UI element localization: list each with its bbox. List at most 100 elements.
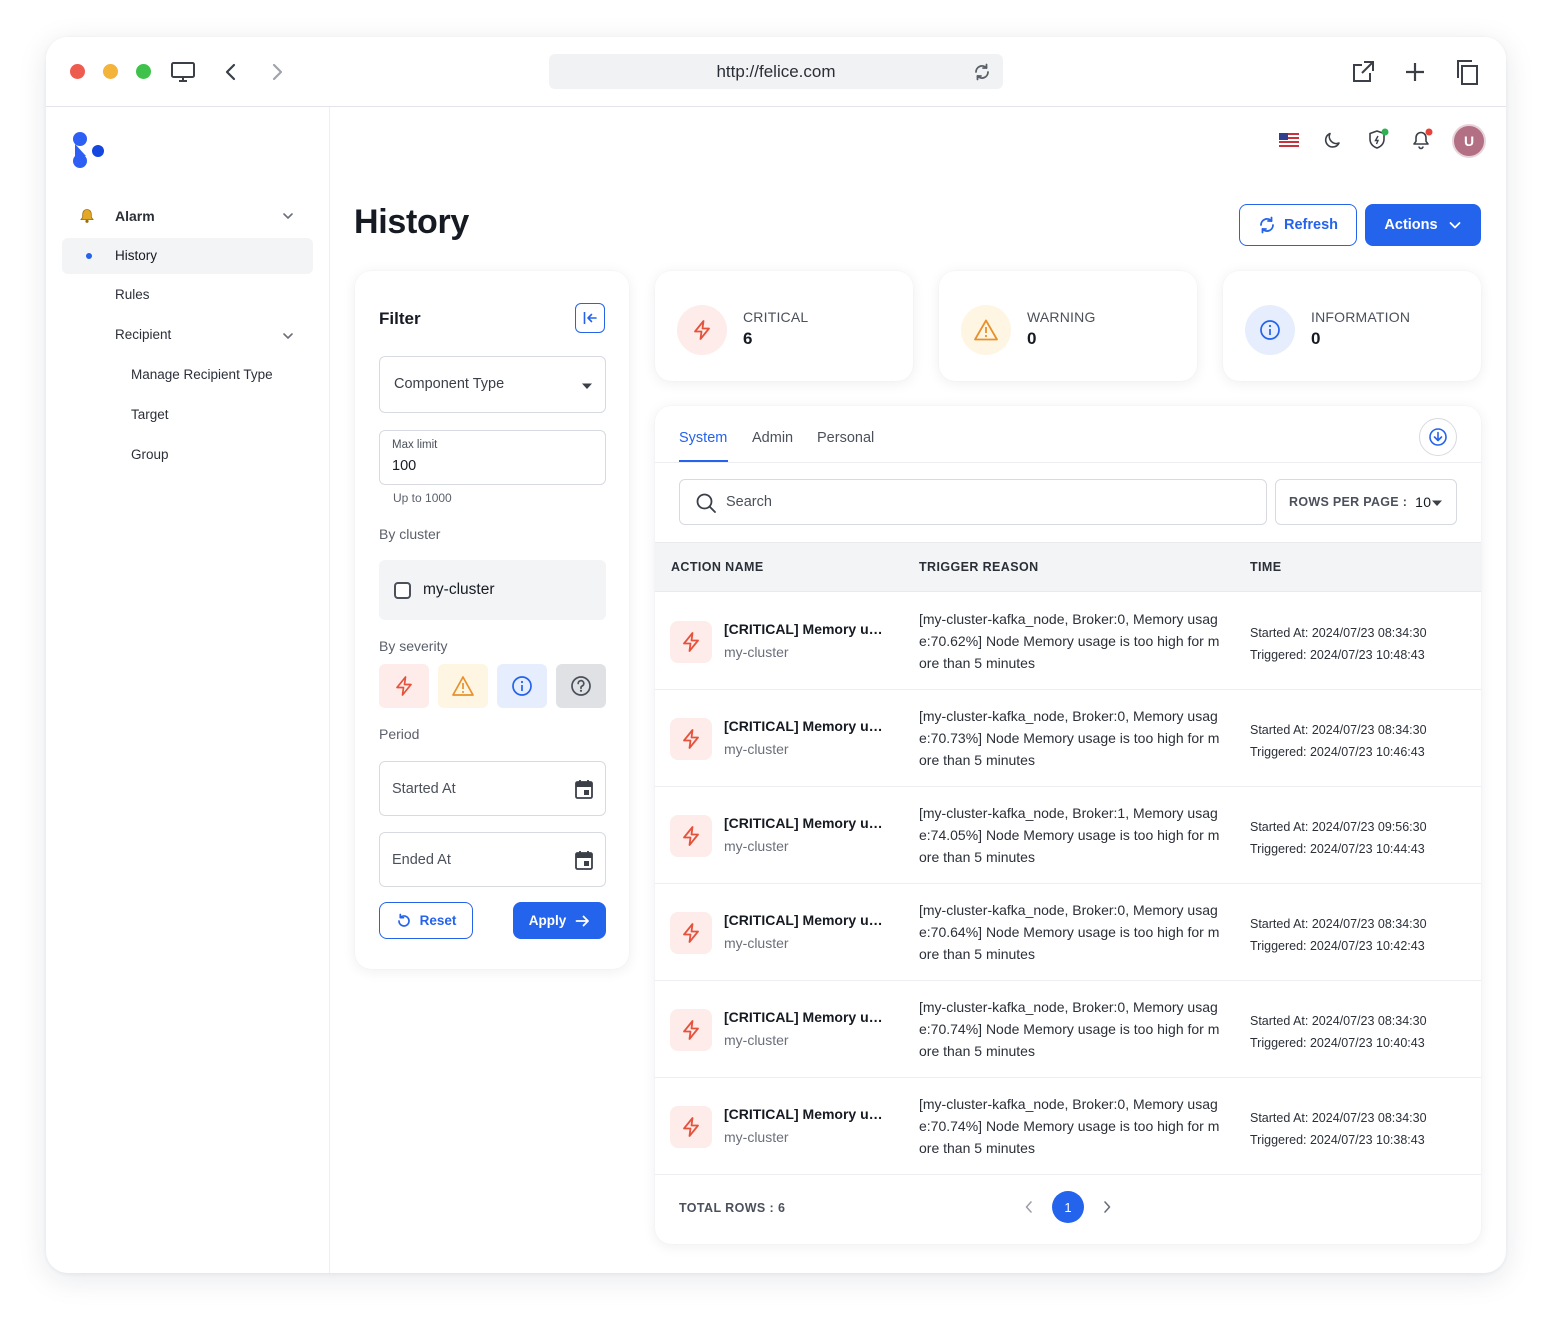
sidebar-item-history[interactable]: History (62, 238, 313, 274)
component-type-placeholder: Component Type (394, 376, 505, 392)
chevron-down-icon[interactable] (281, 329, 295, 343)
severity-warning-button[interactable] (438, 664, 488, 708)
page-title: History (354, 203, 470, 241)
reload-icon[interactable] (971, 61, 993, 83)
copy-tabs-icon[interactable] (1452, 57, 1482, 87)
reset-label: Reset (419, 913, 457, 928)
severity-critical-button[interactable] (379, 664, 429, 708)
minimize-window-button[interactable] (103, 64, 118, 79)
sidebar-item-recipient[interactable]: Recipient (115, 327, 171, 342)
collapse-filter-button[interactable] (575, 303, 605, 333)
started-at-text: Started At: 2024/07/23 08:34:30 (1250, 917, 1427, 931)
address-bar[interactable]: http://felice.com (549, 54, 1003, 89)
column-header: TRIGGER REASON (919, 560, 1039, 574)
stat-card-critical: CRITICAL 6 (655, 271, 913, 381)
open-external-icon[interactable] (1348, 57, 1378, 87)
info-icon (1245, 305, 1295, 355)
lightning-icon (670, 621, 712, 663)
filter-panel: Filter Component Type Max limit 100 Up t… (355, 271, 629, 969)
severity-unknown-button[interactable] (556, 664, 606, 708)
stat-label: CRITICAL (743, 309, 809, 325)
cluster-option[interactable]: my-cluster (379, 560, 606, 620)
download-button[interactable] (1419, 418, 1457, 456)
monitor-icon[interactable] (168, 57, 198, 87)
refresh-button[interactable]: Refresh (1239, 204, 1357, 246)
ended-at-field[interactable]: Ended At (379, 832, 606, 887)
download-icon (1429, 428, 1447, 446)
table-row[interactable]: [CRITICAL] Memory usage my-cluster [my-clu… (655, 787, 1481, 884)
action-cluster: my-cluster (724, 741, 789, 757)
component-type-select[interactable]: Component Type (379, 356, 606, 413)
action-name: [CRITICAL] Memory usage (724, 1106, 884, 1122)
lightning-icon (670, 1106, 712, 1148)
sidebar-item-group[interactable]: Group (131, 447, 169, 462)
sidebar-item-manage-recipient-type[interactable]: Manage Recipient Type (131, 367, 273, 382)
bell-icon (78, 207, 96, 225)
apply-button[interactable]: Apply (513, 902, 606, 939)
sidebar-item-label: History (115, 248, 158, 263)
stat-label: INFORMATION (1311, 309, 1411, 325)
sidebar-item-alarm[interactable]: Alarm (78, 207, 155, 225)
table-row[interactable]: [CRITICAL] Memory usage my-cluster [my-clu… (655, 593, 1481, 690)
sidebar-item-label: Manage Recipient Type (131, 367, 273, 382)
user-avatar[interactable]: U (1452, 124, 1486, 158)
cluster-checkbox[interactable] (394, 582, 411, 599)
time-cell: Started At: 2024/07/23 08:34:30 Triggered… (1250, 913, 1427, 957)
active-dot (86, 253, 92, 259)
caret-down-icon (582, 383, 592, 389)
tab-admin[interactable]: Admin (752, 430, 793, 446)
app-logo[interactable] (71, 131, 111, 171)
notification-bell-icon[interactable] (1407, 125, 1437, 155)
shield-icon[interactable] (1363, 125, 1393, 155)
prev-page-icon[interactable] (1020, 1198, 1038, 1216)
next-page-icon[interactable] (1098, 1198, 1116, 1216)
close-window-button[interactable] (70, 64, 85, 79)
table-row[interactable]: [CRITICAL] Memory usage my-cluster [my-clu… (655, 981, 1481, 1078)
tab-divider (655, 462, 1481, 463)
action-cluster: my-cluster (724, 1032, 789, 1048)
tab-personal[interactable]: Personal (817, 430, 874, 446)
maximize-window-button[interactable] (136, 64, 151, 79)
column-header: ACTION NAME (671, 560, 764, 574)
calendar-icon[interactable] (574, 778, 594, 800)
table-row[interactable]: [CRITICAL] Memory usage my-cluster [my-clu… (655, 1078, 1481, 1175)
search-placeholder: Search (726, 494, 772, 510)
stat-label: WARNING (1027, 309, 1096, 325)
started-at-text: Started At: 2024/07/23 08:34:30 (1250, 626, 1427, 640)
table-row[interactable]: [CRITICAL] Memory usage my-cluster [my-clu… (655, 690, 1481, 787)
us-flag-icon[interactable] (1274, 125, 1304, 155)
actions-label: Actions (1384, 217, 1438, 233)
lightning-icon (670, 912, 712, 954)
sidebar-item-target[interactable]: Target (131, 407, 169, 422)
stat-value: 0 (1311, 329, 1321, 348)
max-limit-field[interactable]: Max limit 100 (379, 430, 606, 485)
by-severity-label: By severity (379, 638, 448, 654)
lightning-icon (670, 815, 712, 857)
search-input[interactable]: Search (679, 479, 1267, 525)
rows-per-page-select[interactable]: ROWS PER PAGE : 10 (1275, 479, 1457, 525)
browser-window: http://felice.com Alarm History Rules Re… (46, 37, 1506, 1273)
tab-system[interactable]: System (679, 430, 727, 446)
moon-icon[interactable] (1318, 125, 1348, 155)
reset-button[interactable]: Reset (379, 902, 473, 939)
max-limit-label: Max limit (392, 439, 438, 451)
actions-button[interactable]: Actions (1365, 204, 1481, 246)
severity-info-button[interactable] (497, 664, 547, 708)
action-name: [CRITICAL] Memory usage (724, 621, 884, 637)
forward-arrow-icon[interactable] (262, 57, 292, 87)
time-cell: Started At: 2024/07/23 09:56:30 Triggered… (1250, 816, 1427, 860)
started-at-placeholder: Started At (392, 781, 456, 797)
time-cell: Started At: 2024/07/23 08:34:30 Triggered… (1250, 1010, 1427, 1054)
action-name: [CRITICAL] Memory usage (724, 718, 884, 734)
back-arrow-icon[interactable] (216, 57, 246, 87)
sidebar-item-rules[interactable]: Rules (115, 287, 150, 302)
trigger-reason: [my-cluster-kafka_node, Broker:0, Memory… (919, 902, 1220, 962)
new-tab-icon[interactable] (1400, 57, 1430, 87)
warning-triangle-icon (961, 305, 1011, 355)
page-number-button[interactable]: 1 (1052, 1191, 1084, 1223)
table-row[interactable]: [CRITICAL] Memory usage my-cluster [my-clu… (655, 884, 1481, 981)
chevron-down-icon[interactable] (281, 209, 295, 223)
calendar-icon[interactable] (574, 849, 594, 871)
url-text: http://felice.com (716, 61, 836, 81)
started-at-field[interactable]: Started At (379, 761, 606, 816)
